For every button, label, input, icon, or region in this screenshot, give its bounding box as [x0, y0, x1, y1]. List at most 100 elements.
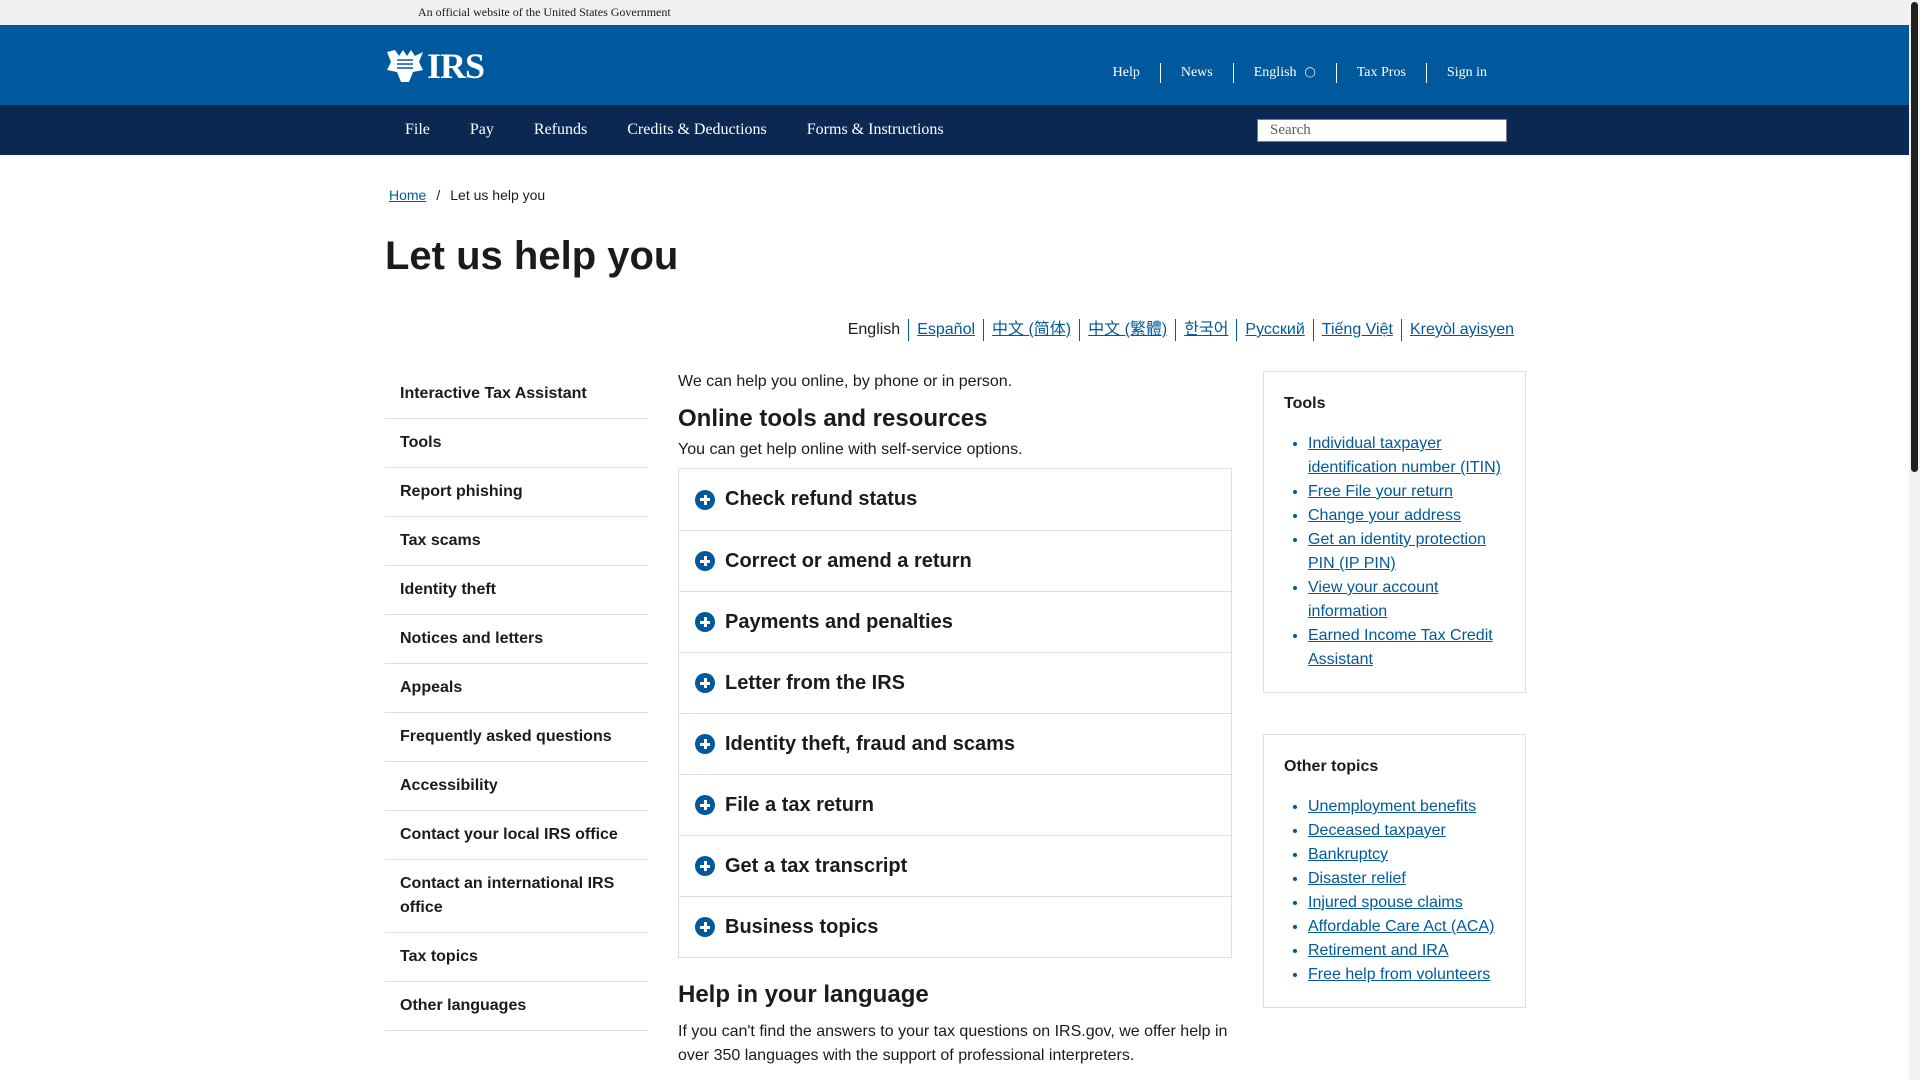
plus-circle-icon [695, 856, 715, 876]
lang-chinese-traditional[interactable]: 中文 (繁體) [1079, 319, 1175, 341]
topic-link-volunteers[interactable]: Free help from volunteers [1308, 966, 1490, 983]
list-item[interactable]: Get an identity protection PIN (IP PIN) [1308, 528, 1505, 576]
sign-in-link[interactable]: Sign in [1425, 63, 1507, 83]
breadcrumb: Home / Let us help you [389, 187, 545, 203]
page-title: Let us help you [385, 234, 679, 278]
breadcrumb-home[interactable]: Home [389, 187, 426, 203]
gov-banner: An official website of the United States… [0, 0, 1909, 25]
topic-link-disaster[interactable]: Disaster relief [1308, 870, 1406, 887]
list-item[interactable]: Injured spouse claims [1308, 891, 1505, 915]
accordion-business-topics[interactable]: Business topics [679, 896, 1231, 957]
lang-english: English [847, 321, 901, 338]
tools-card-title: Tools [1284, 395, 1326, 412]
sidebar-item-accessibility[interactable]: Accessibility [385, 762, 648, 811]
nav-file[interactable]: File [385, 105, 450, 155]
list-item[interactable]: Individual taxpayer identification numbe… [1308, 432, 1505, 480]
list-item[interactable]: Free help from volunteers [1308, 963, 1505, 987]
list-item[interactable]: View your account information [1308, 576, 1505, 624]
nav-forms-instructions[interactable]: Forms & Instructions [787, 105, 964, 155]
list-item[interactable]: Affordable Care Act (ACA) [1308, 915, 1505, 939]
topic-link-unemployment[interactable]: Unemployment benefits [1308, 798, 1476, 815]
sidebar-item-tools[interactable]: Tools [385, 419, 648, 468]
news-link[interactable]: News [1159, 63, 1233, 83]
tool-link-free-file[interactable]: Free File your return [1308, 483, 1453, 500]
sidebar-item-faq[interactable]: Frequently asked questions [385, 713, 648, 762]
list-item[interactable]: Disaster relief [1308, 867, 1505, 891]
masthead: IRS Help News English ◯ Tax Pros Sign in [0, 25, 1909, 105]
list-item[interactable]: Change your address [1308, 504, 1505, 528]
list-item[interactable]: Free File your return [1308, 480, 1505, 504]
sidebar-item-local-office[interactable]: Contact your local IRS office [385, 811, 648, 860]
tools-card: Tools Individual taxpayer identification… [1263, 371, 1526, 693]
plus-circle-icon [695, 612, 715, 632]
tool-link-account[interactable]: View your account information [1308, 579, 1438, 620]
sidebar-item-notices-letters[interactable]: Notices and letters [385, 615, 648, 664]
sidebar-item-interactive-tax-assistant[interactable]: Interactive Tax Assistant [385, 370, 648, 419]
sidebar-item-other-languages[interactable]: Other languages [385, 982, 648, 1031]
nav-refunds[interactable]: Refunds [514, 105, 607, 155]
tool-link-change-address[interactable]: Change your address [1308, 507, 1461, 524]
sidebar-item-identity-theft[interactable]: Identity theft [385, 566, 648, 615]
topic-link-bankruptcy[interactable]: Bankruptcy [1308, 846, 1388, 863]
breadcrumb-current: Let us help you [450, 187, 546, 203]
search-input[interactable]: Search [1257, 119, 1507, 142]
eagle-icon [387, 50, 423, 82]
lang-haitian-creole[interactable]: Kreyòl ayisyen [1400, 319, 1522, 341]
logo-text: IRS [427, 46, 485, 86]
other-topics-card: Other topics Unemployment benefits Decea… [1263, 734, 1526, 1008]
topic-link-aca[interactable]: Affordable Care Act (ACA) [1308, 918, 1494, 935]
main-content: We can help you online, by phone or in p… [678, 370, 1232, 1068]
lang-vietnamese[interactable]: Tiếng Việt [1312, 319, 1401, 341]
lang-korean[interactable]: 한국어 [1175, 319, 1236, 341]
tax-pros-link[interactable]: Tax Pros [1335, 63, 1426, 83]
sidebar-item-appeals[interactable]: Appeals [385, 664, 648, 713]
utility-links: Help News English ◯ Tax Pros Sign in [1093, 63, 1507, 83]
language-dropdown[interactable]: English ◯ [1232, 63, 1336, 83]
lang-spanish[interactable]: Español [908, 319, 983, 341]
list-item[interactable]: Retirement and IRA [1308, 939, 1505, 963]
main-nav: File Pay Refunds Credits & Deductions Fo… [0, 105, 1909, 155]
topic-link-deceased[interactable]: Deceased taxpayer [1308, 822, 1446, 839]
page-scrollbar[interactable] [1909, 0, 1920, 1080]
tool-link-eitc[interactable]: Earned Income Tax Credit Assistant [1308, 627, 1493, 668]
help-link[interactable]: Help [1093, 63, 1160, 83]
lang-chinese-simplified[interactable]: 中文 (简体) [983, 319, 1079, 341]
accordion-tax-transcript[interactable]: Get a tax transcript [679, 835, 1231, 896]
help-language-heading: Help in your language [678, 981, 929, 1008]
breadcrumb-separator: / [436, 187, 441, 203]
accordion-identity-theft-fraud[interactable]: Identity theft, fraud and scams [679, 713, 1231, 774]
scrollbar-thumb[interactable] [1911, 2, 1918, 472]
list-item[interactable]: Unemployment benefits [1308, 795, 1505, 819]
language-switcher: English Español 中文 (简体) 中文 (繁體) 한국어 Русс… [840, 319, 1522, 341]
sidebar-item-tax-topics[interactable]: Tax topics [385, 933, 648, 982]
plus-circle-icon [695, 551, 715, 571]
topic-link-injured-spouse[interactable]: Injured spouse claims [1308, 894, 1463, 911]
nav-pay[interactable]: Pay [450, 105, 514, 155]
list-item[interactable]: Earned Income Tax Credit Assistant [1308, 624, 1505, 672]
accordion-check-refund-status[interactable]: Check refund status [679, 469, 1231, 530]
accordion-file-tax-return[interactable]: File a tax return [679, 774, 1231, 835]
sidebar-item-report-phishing[interactable]: Report phishing [385, 468, 648, 517]
help-language-text: If you can't find the answers to your ta… [678, 1023, 1228, 1064]
other-topics-title: Other topics [1284, 758, 1379, 775]
sidebar-nav: Interactive Tax Assistant Tools Report p… [385, 370, 648, 1031]
list-item[interactable]: Deceased taxpayer [1308, 819, 1505, 843]
sidebar-item-international-office[interactable]: Contact an international IRS office [385, 860, 648, 933]
lang-russian[interactable]: Русский [1236, 319, 1312, 341]
online-tools-heading: Online tools and resources [678, 405, 988, 432]
accordion-payments-penalties[interactable]: Payments and penalties [679, 591, 1231, 652]
topic-link-retirement[interactable]: Retirement and IRA [1308, 942, 1449, 959]
nav-credits-deductions[interactable]: Credits & Deductions [607, 105, 787, 155]
help-accordion: Check refund status Correct or amend a r… [678, 468, 1232, 958]
tool-link-ip-pin[interactable]: Get an identity protection PIN (IP PIN) [1308, 531, 1486, 572]
tool-link-itin[interactable]: Individual taxpayer identification numbe… [1308, 435, 1501, 476]
irs-logo[interactable]: IRS [385, 47, 497, 85]
plus-circle-icon [695, 489, 715, 510]
plus-circle-icon [695, 917, 715, 937]
accordion-correct-amend[interactable]: Correct or amend a return [679, 530, 1231, 591]
plus-circle-icon [695, 734, 715, 754]
accordion-letter-from-irs[interactable]: Letter from the IRS [679, 652, 1231, 713]
list-item[interactable]: Bankruptcy [1308, 843, 1505, 867]
sidebar-item-tax-scams[interactable]: Tax scams [385, 517, 648, 566]
globe-icon: ◯ [1304, 67, 1316, 78]
